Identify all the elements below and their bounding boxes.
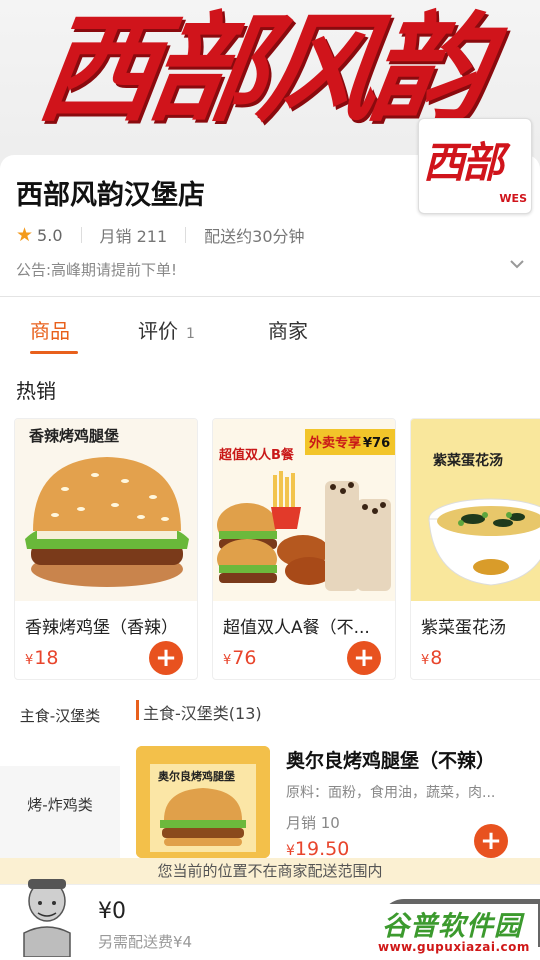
category-sidebar: 主食-汉堡类 烤-炸鸡类: [0, 688, 120, 860]
delivery-range-notice: 您当前的位置不在商家配送范围内: [0, 858, 540, 884]
delivery-fee-note: 另需配送费¥4: [98, 933, 193, 951]
hot-item-name: 香辣烤鸡堡（香辣）: [25, 618, 178, 638]
dish-description: 原料：面粉，食用油，蔬菜，肉...: [286, 785, 496, 801]
food-image: 紫菜蛋花汤: [411, 419, 540, 601]
watermark: 谷普软件园 www.gupuxiazai.com: [374, 904, 538, 958]
hot-item-price: ¥76: [223, 647, 257, 669]
dish-sales: 月销 10: [286, 814, 340, 832]
star-icon: ★: [16, 224, 34, 246]
tab-goods-label: 商品: [30, 319, 70, 343]
category-item-label: 主食-汉堡类: [19, 707, 101, 725]
add-to-cart-button[interactable]: +: [347, 641, 381, 675]
tab-bar: 商品 评价 1 商家: [0, 297, 540, 357]
plus-icon: +: [480, 826, 502, 856]
dish-image-caption: 奥尔良烤鸡腿堡: [157, 769, 235, 783]
food-image: 香辣烤鸡腿堡: [15, 419, 197, 601]
food-image-caption: 超值双人B餐: [219, 447, 295, 463]
tab-goods[interactable]: 商品: [30, 315, 70, 344]
shop-meta: ★ 5.0 月销 211 配送约30分钟: [16, 223, 305, 247]
category-item-chicken[interactable]: 烤-炸鸡类: [0, 766, 120, 844]
tab-merchant-label: 商家: [268, 319, 308, 343]
hot-item-card[interactable]: 超值双人B餐 外卖专享 ¥76 超值双人A餐（不... ¥76 +: [212, 418, 396, 680]
hot-item-name: 紫菜蛋花汤: [421, 618, 506, 638]
tab-active-indicator: [30, 351, 78, 354]
food-image-caption: 紫菜蛋花汤: [433, 452, 503, 469]
dish-name[interactable]: 奥尔良烤鸡腿堡（不辣）: [286, 746, 495, 773]
shop-notice[interactable]: 公告:高峰期请提前下单!: [16, 259, 177, 280]
hot-item-price: ¥18: [25, 647, 59, 669]
hot-item-name: 超值双人A餐（不...: [223, 618, 370, 638]
dish-image[interactable]: 奥尔良烤鸡腿堡: [136, 746, 270, 858]
food-image-caption: 香辣烤鸡腿堡: [29, 427, 119, 445]
category-item-burgers[interactable]: 主食-汉堡类: [0, 688, 120, 766]
shop-monthly-sales: 月销 211: [99, 227, 168, 246]
divider: [185, 227, 187, 243]
category-title: 主食-汉堡类(13): [143, 704, 262, 723]
hot-item-card[interactable]: 紫菜蛋花汤 紫菜蛋花汤 ¥8: [410, 418, 540, 680]
category-title-marker: [136, 700, 139, 720]
tab-reviews[interactable]: 评价 1: [138, 315, 195, 344]
shop-name: 西部风韵汉堡店: [16, 180, 205, 211]
chevron-down-icon[interactable]: [508, 255, 526, 273]
add-to-cart-button[interactable]: +: [149, 641, 183, 675]
hot-item-card[interactable]: 香辣烤鸡腿堡 香辣烤鸡堡（香辣） ¥18 +: [14, 418, 198, 680]
category-item-label: 烤-炸鸡类: [27, 796, 93, 814]
hot-item-price: ¥8: [421, 647, 443, 669]
shop-delivery-time: 配送约30分钟: [204, 227, 305, 246]
watermark-url: www.gupuxiazai.com: [378, 940, 530, 954]
divider: [80, 227, 82, 243]
hot-section-title: 热销: [16, 379, 56, 403]
shop-rating: 5.0: [37, 225, 63, 245]
tab-merchant[interactable]: 商家: [268, 315, 308, 344]
food-image: 超值双人B餐 外卖专享 ¥76: [213, 419, 395, 601]
plus-icon: +: [353, 643, 375, 673]
plus-icon: +: [155, 643, 177, 673]
food-image-badge-price: ¥76: [363, 436, 390, 451]
hot-list: 香辣烤鸡腿堡 香辣烤鸡堡（香辣） ¥18 + 超值双人B餐 外卖专享 ¥76 超…: [0, 418, 540, 680]
watermark-title: 谷普软件园: [382, 911, 522, 942]
shop-logo-text: 西部: [423, 138, 504, 187]
shop-logo-sub: WES: [499, 192, 527, 205]
cart-avatar-icon[interactable]: [18, 871, 76, 957]
add-to-cart-button[interactable]: +: [474, 824, 508, 858]
tab-reviews-label: 评价: [138, 319, 178, 343]
tab-reviews-count: 1: [186, 326, 195, 342]
shop-page: 西部风韵 西部风韵汉堡店 ★ 5.0 月销 211 配送约30分钟 公告:高峰期…: [0, 0, 540, 960]
banner-logo-text: 西部风韵: [30, 0, 490, 138]
cart-total: ¥0: [98, 899, 126, 924]
food-image-badge: 外卖专享: [308, 435, 361, 451]
dish-price: ¥19.50: [286, 838, 350, 860]
shop-logo: 西部 WES: [418, 118, 532, 214]
